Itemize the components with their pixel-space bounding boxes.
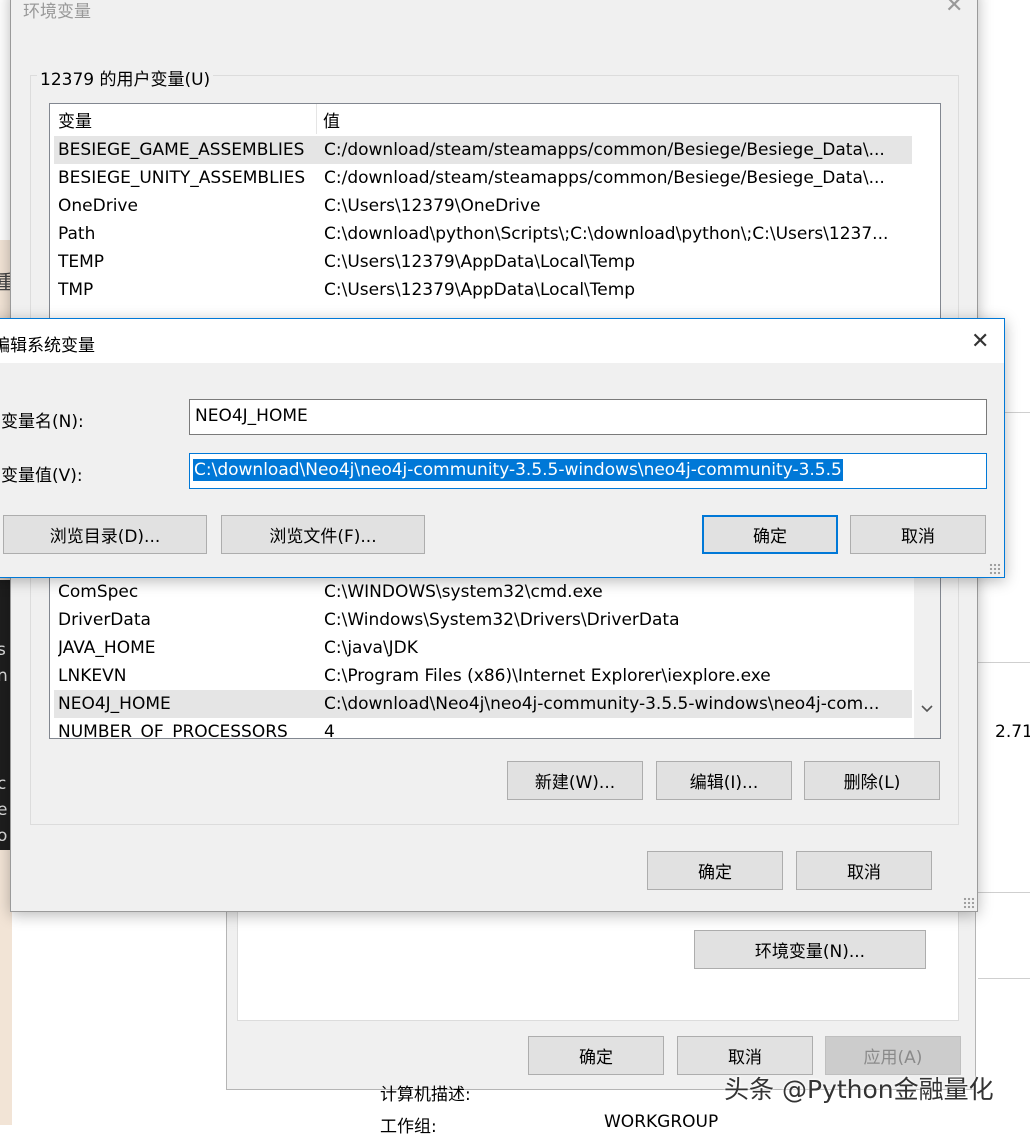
table-row[interactable]: LNKEVN C:\Program Files (x86)\Internet E… [54,662,912,690]
variable-name: BESIEGE_UNITY_ASSEMBLIES [58,168,306,188]
selected-value-text: C:\download\Neo4j\neo4j-community-3.5.5-… [193,459,843,481]
list-header: 变量 值 [50,104,940,134]
edit-system-variable-dialog: 编辑系统变量 ✕ 变量名(N): NEO4J_HOME 变量值(V): C:\d… [0,318,1005,578]
edit-ok-button[interactable]: 确定 [702,515,838,554]
system-ok-button[interactable]: 确定 [528,1036,664,1075]
variable-value-field[interactable]: C:\download\Neo4j\neo4j-community-3.5.5-… [189,453,987,489]
variable-name: OneDrive [58,196,138,216]
chevron-down-icon[interactable] [919,701,935,717]
env-ok-button[interactable]: 确定 [647,851,783,890]
table-row[interactable]: TMP C:\Users\12379\AppData\Local\Temp [54,276,912,304]
computer-description-label: 计算机描述: [380,1085,471,1105]
background-divider [978,978,1030,979]
variable-name: NUMBER_OF_PROCESSORS [58,722,288,739]
variable-value: C:\download\Neo4j\neo4j-community-3.5.5-… [324,694,880,714]
left-edge-char: e [0,800,8,820]
table-row[interactable]: TEMP C:\Users\12379\AppData\Local\Temp [54,248,912,276]
variable-name: Path [58,224,96,244]
environment-variables-button[interactable]: 环境变量(N)... [694,930,926,969]
table-row[interactable]: Path C:\download\python\Scripts\;C:\down… [54,220,912,248]
column-divider[interactable] [316,104,317,134]
edit-title-bar [0,319,1004,363]
env-close-icon[interactable]: ✕ [945,0,963,17]
variable-value-label: 变量值(V): [1,466,83,486]
variable-value: C:\Windows\System32\Drivers\DriverData [324,610,680,630]
background-divider [978,662,1030,663]
variable-name-field[interactable]: NEO4J_HOME [189,399,987,435]
table-row[interactable]: BESIEGE_UNITY_ASSEMBLIES C:/download/ste… [54,164,912,192]
variable-value: C:\download\python\Scripts\;C:\download\… [324,224,889,244]
column-header-variable[interactable]: 变量 [58,107,92,132]
left-edge-char: n [0,666,8,686]
resize-grip[interactable] [989,563,1001,575]
variable-name-label: 变量名(N): [1,412,84,432]
variable-name: BESIEGE_GAME_ASSEMBLIES [58,140,305,160]
variable-name: LNKEVN [58,666,127,686]
variable-value: C:\java\JDK [324,638,418,658]
table-row[interactable]: OneDrive C:\Users\12379\OneDrive [54,192,912,220]
left-edge-char: s [0,640,6,660]
variable-value: C:\Users\12379\AppData\Local\Temp [324,252,636,272]
variable-value: C:/download/steam/steamapps/common/Besie… [324,140,885,160]
workgroup-value: WORKGROUP [604,1112,719,1132]
background-divider [978,892,1030,893]
table-row[interactable]: DriverData C:\Windows\System32\Drivers\D… [54,606,912,634]
variable-value: 4 [324,722,335,739]
processor-speed-value: 2.71 [995,722,1030,742]
table-row[interactable]: NUMBER_OF_PROCESSORS 4 [54,718,912,739]
variable-name: DriverData [58,610,151,630]
table-row[interactable]: BESIEGE_GAME_ASSEMBLIES C:/download/stea… [54,136,912,164]
variable-value: C:\Program Files (x86)\Internet Explorer… [324,666,771,686]
table-row[interactable]: JAVA_HOME C:\java\JDK [54,634,912,662]
resize-grip[interactable] [963,897,975,909]
variable-value: C:\Users\12379\OneDrive [324,196,541,216]
user-variables-label: 12379 的用户变量(U) [37,65,214,90]
table-row[interactable]: NEO4J_HOME C:\download\Neo4j\neo4j-commu… [54,690,912,718]
edit-cancel-button[interactable]: 取消 [850,515,986,554]
variable-value: C:\Users\12379\AppData\Local\Temp [324,280,636,300]
delete-variable-button[interactable]: 删除(L) [804,761,940,800]
variable-name: TEMP [58,252,105,272]
new-variable-button[interactable]: 新建(W)... [507,761,643,800]
variable-name: JAVA_HOME [58,638,156,658]
variable-name: TMP [58,280,94,300]
watermark-text: 头条 @Python金融量化 [724,1075,994,1104]
env-title-bar [11,0,977,29]
browse-directory-button[interactable]: 浏览目录(D)... [3,515,207,554]
edit-dialog-title: 编辑系统变量 [0,336,95,356]
variable-name: ComSpec [58,582,139,602]
table-row[interactable]: ComSpec C:\WINDOWS\system32\cmd.exe [54,578,912,606]
browse-file-button[interactable]: 浏览文件(F)... [221,515,425,554]
edit-variable-button[interactable]: 编辑(I)... [656,761,792,800]
env-window-title: 环境变量 [23,2,91,22]
variable-value: C:\WINDOWS\system32\cmd.exe [324,582,603,602]
close-icon[interactable]: ✕ [971,331,989,353]
column-header-value[interactable]: 值 [323,107,340,132]
user-variables-list[interactable]: 变量 值 BESIEGE_GAME_ASSEMBLIES C:/download… [49,103,941,319]
env-cancel-button[interactable]: 取消 [796,851,932,890]
left-edge-char: o [0,826,8,846]
left-edge-char: c [0,774,7,794]
variable-name: NEO4J_HOME [58,694,171,714]
variable-value: C:/download/steam/steamapps/common/Besie… [324,168,885,188]
